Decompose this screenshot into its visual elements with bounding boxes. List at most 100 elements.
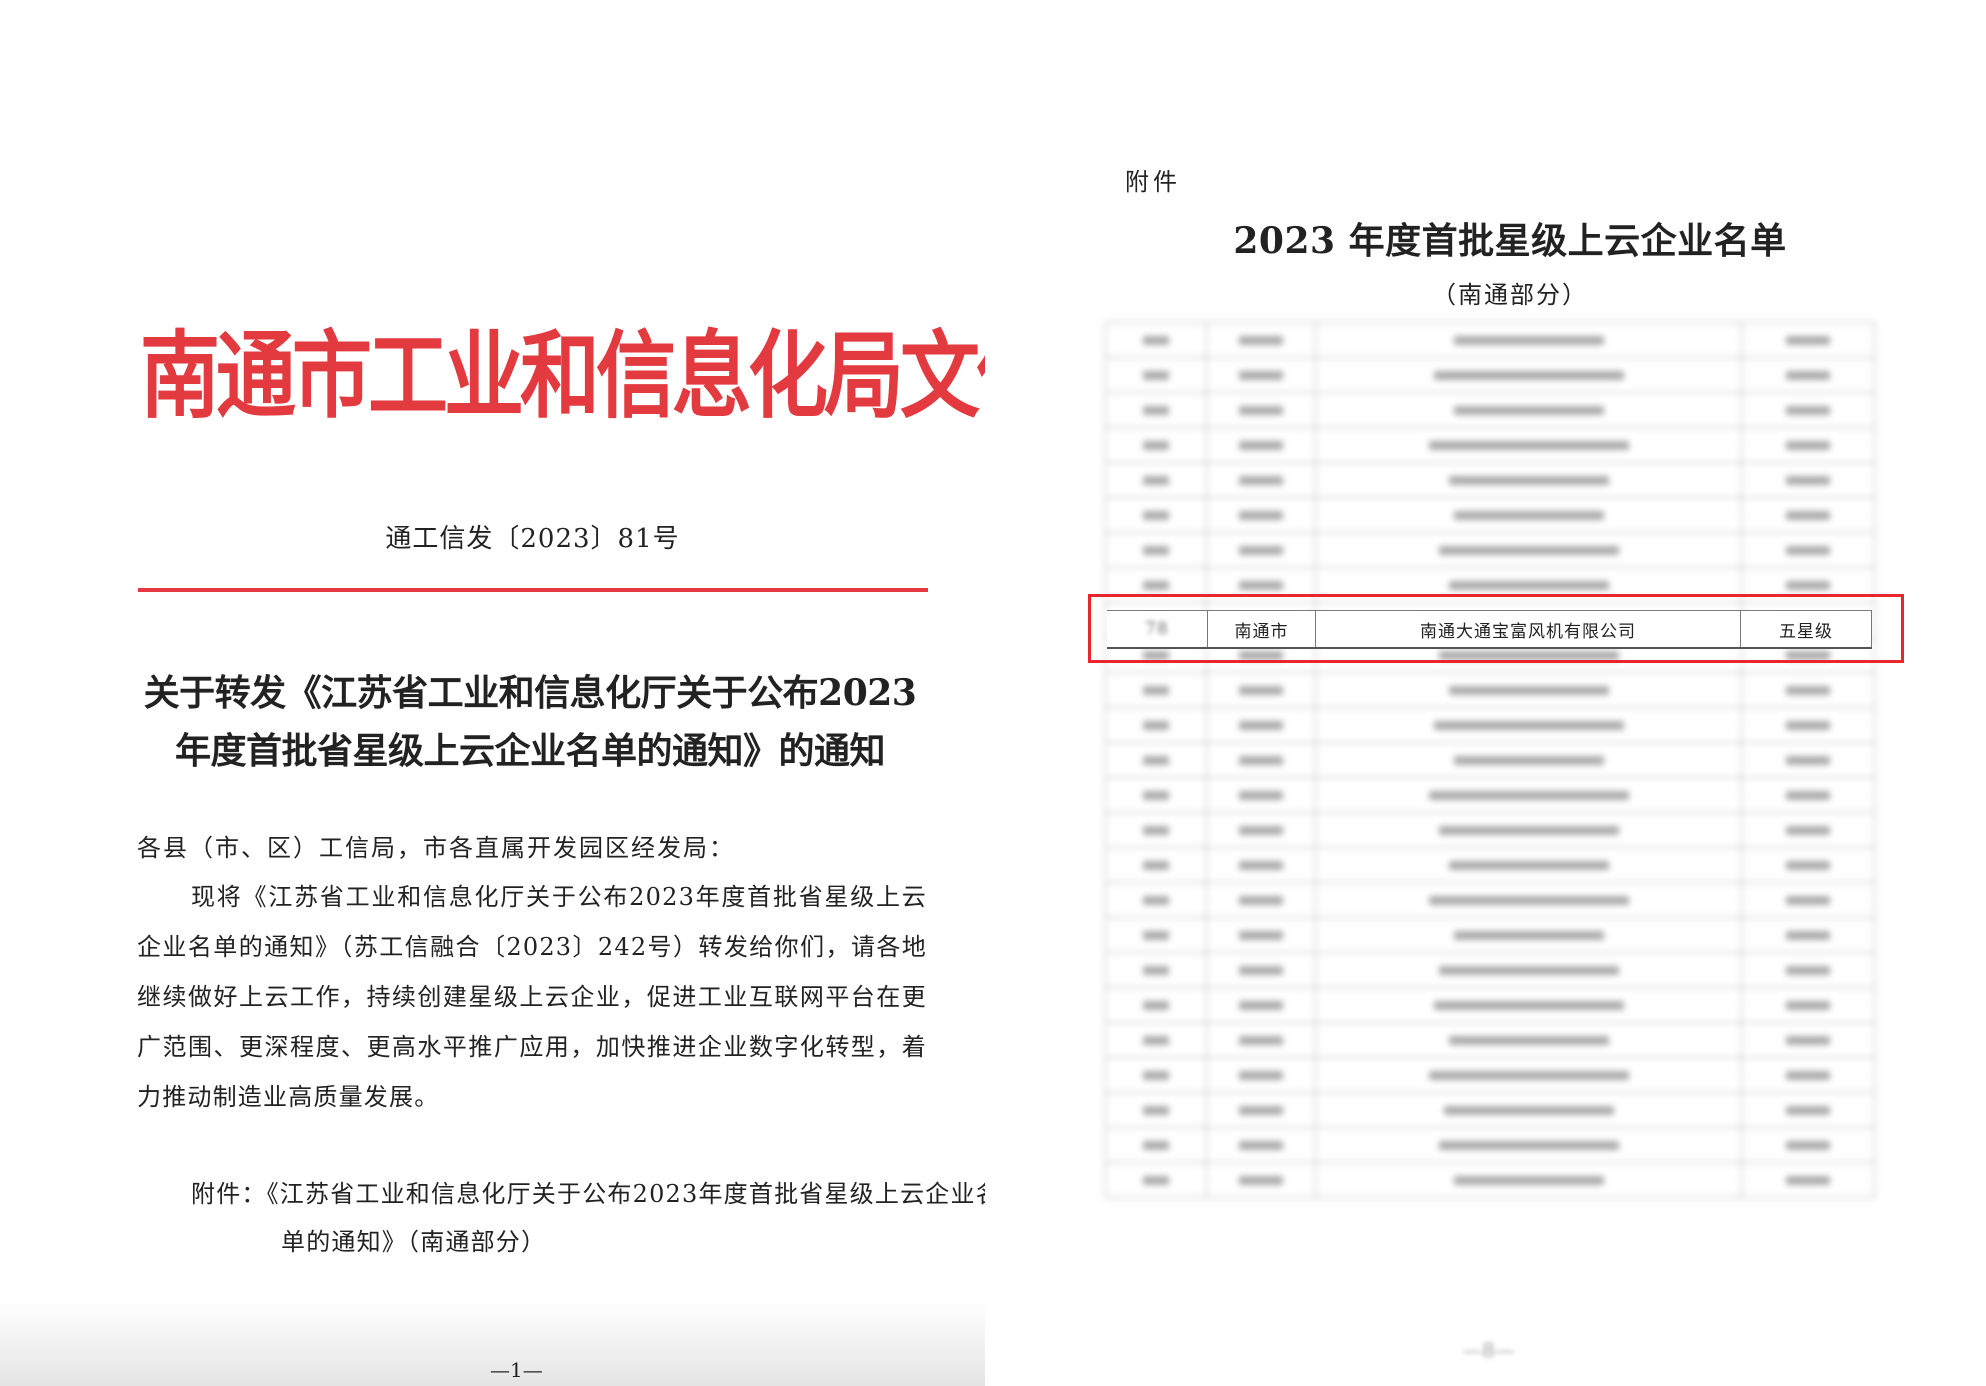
illegible-text	[1443, 1105, 1614, 1115]
blurred-cell	[1315, 1127, 1742, 1163]
blurred-cell	[1741, 392, 1875, 428]
illegible-text	[1143, 1175, 1169, 1185]
attachment-note: 附件：《江苏省工业和信息化厅关于公布2023年度首批省星级上云企业名单的通知》（…	[191, 1180, 1001, 1256]
title-line-2: 年度首批省星级上云企业名单的通知》的通知	[174, 730, 886, 772]
blurred-cell	[1741, 707, 1875, 743]
blurred-cell	[1105, 532, 1207, 568]
blurred-cell	[1315, 847, 1742, 883]
illegible-text	[1143, 825, 1169, 835]
annex-label: 附件	[1125, 168, 1181, 196]
illegible-text	[1438, 545, 1619, 555]
illegible-text	[1438, 965, 1619, 975]
illegible-text	[1786, 545, 1830, 555]
blurred-cell	[1315, 917, 1742, 953]
illegible-text	[1433, 720, 1624, 730]
blurred-cell	[1206, 917, 1316, 953]
illegible-text	[1143, 580, 1169, 590]
blurred-row	[1105, 357, 1875, 393]
blurred-cell	[1105, 707, 1207, 743]
blurred-cell	[1206, 672, 1316, 708]
blurred-cell	[1105, 917, 1207, 953]
illegible-text	[1239, 440, 1283, 450]
blurred-row	[1105, 672, 1875, 708]
document-number: 通工信发〔2023〕81号	[385, 524, 680, 554]
blurred-cell	[1741, 882, 1875, 918]
illegible-text	[1428, 895, 1629, 905]
blurred-cell	[1206, 497, 1316, 533]
blurred-cell	[1315, 742, 1742, 778]
blurred-cell	[1741, 1022, 1875, 1058]
blurred-cell	[1741, 532, 1875, 568]
blurred-row	[1105, 427, 1875, 463]
illegible-text	[1143, 405, 1169, 415]
blurred-cell	[1206, 1022, 1316, 1058]
illegible-text	[1239, 1000, 1283, 1010]
document-title: 关于转发《江苏省工业和信息化厅关于公布2023 年度首批省星级上云企业名单的通知…	[130, 664, 930, 780]
blurred-cell	[1206, 427, 1316, 463]
illegible-text	[1143, 860, 1169, 870]
illegible-text	[1239, 1140, 1283, 1150]
blurred-cell	[1206, 532, 1316, 568]
blurred-cell	[1315, 532, 1742, 568]
blurred-cell	[1315, 357, 1742, 393]
illegible-text	[1786, 895, 1830, 905]
blurred-cell	[1315, 1057, 1742, 1093]
illegible-text	[1448, 580, 1609, 590]
blurred-cell	[1206, 1127, 1316, 1163]
illegible-text	[1239, 930, 1283, 940]
blurred-row	[1105, 532, 1875, 568]
blurred-row	[1105, 707, 1875, 743]
blurred-cell	[1741, 357, 1875, 393]
illegible-text	[1239, 545, 1283, 555]
blurred-cell	[1315, 1092, 1742, 1128]
illegible-text	[1143, 545, 1169, 555]
document-header: 南通市工业和信息化局文件	[140, 321, 1056, 431]
illegible-text	[1143, 1035, 1169, 1045]
red-divider	[138, 588, 928, 592]
blurred-cell	[1105, 672, 1207, 708]
illegible-text	[1786, 1070, 1830, 1080]
illegible-text	[1239, 965, 1283, 975]
illegible-text	[1239, 580, 1283, 590]
blurred-cell	[1741, 672, 1875, 708]
blurred-cell	[1315, 987, 1742, 1023]
illegible-text	[1239, 825, 1283, 835]
title-line-1: 关于转发《江苏省工业和信息化厅关于公布2023	[143, 672, 917, 714]
blurred-cell	[1315, 952, 1742, 988]
illegible-text	[1143, 1140, 1169, 1150]
left-page-number: —1—	[490, 1358, 543, 1382]
blurred-cell	[1105, 1127, 1207, 1163]
blurred-cell	[1206, 882, 1316, 918]
illegible-text	[1239, 370, 1283, 380]
illegible-text	[1786, 755, 1830, 765]
illegible-text	[1786, 335, 1830, 345]
illegible-text	[1239, 685, 1283, 695]
blurred-cell	[1105, 1162, 1207, 1198]
illegible-text	[1786, 1000, 1830, 1010]
blurred-row	[1105, 462, 1875, 498]
blurred-cell	[1741, 1092, 1875, 1128]
blurred-cell	[1741, 777, 1875, 813]
blurred-cell	[1206, 1162, 1316, 1198]
illegible-text	[1143, 930, 1169, 940]
blurred-cell	[1105, 777, 1207, 813]
blurred-cell	[1206, 812, 1316, 848]
illegible-text	[1143, 755, 1169, 765]
blurred-cell	[1105, 882, 1207, 918]
blurred-cell	[1741, 462, 1875, 498]
illegible-text	[1239, 1175, 1283, 1185]
blurred-cell	[1206, 392, 1316, 428]
blurred-cell	[1315, 392, 1742, 428]
blurred-cell	[1315, 812, 1742, 848]
blurred-cell	[1315, 322, 1742, 358]
illegible-text	[1448, 1035, 1609, 1045]
illegible-text	[1786, 720, 1830, 730]
illegible-text	[1239, 335, 1283, 345]
illegible-text	[1143, 895, 1169, 905]
blurred-cell	[1741, 742, 1875, 778]
illegible-text	[1453, 755, 1604, 765]
illegible-text	[1143, 335, 1169, 345]
illegible-text	[1786, 440, 1830, 450]
blurred-row	[1105, 952, 1875, 988]
blurred-cell	[1741, 427, 1875, 463]
